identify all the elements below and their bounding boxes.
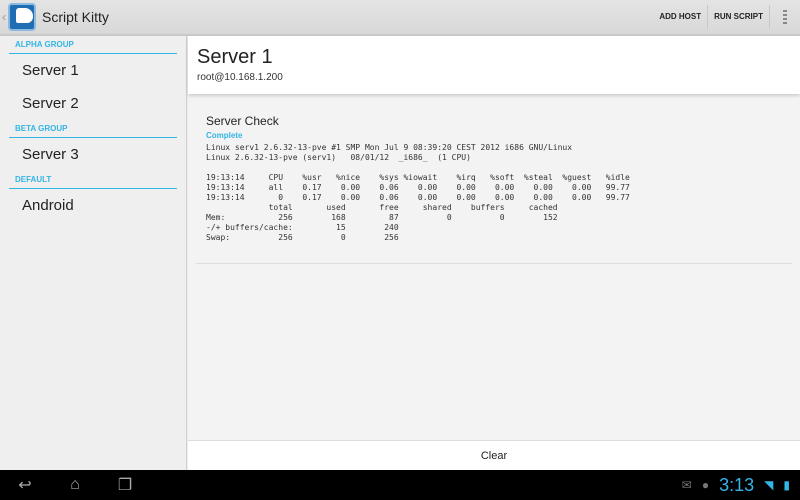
group-header: ALPHA GROUP [9,36,177,54]
server-address: root@10.168.1.200 [197,72,283,83]
server-detail: Server 1 root@10.168.1.200 Server Check … [188,36,800,440]
home-icon[interactable]: ⌂ [50,476,100,494]
add-host-button[interactable]: ADD HOST [653,5,709,29]
back-icon[interactable]: ↩ [0,475,50,495]
host-item-server-3[interactable]: Server 3 [0,138,186,171]
android-notification-icon[interactable]: ● [702,478,709,492]
app-logo-icon[interactable] [8,3,36,31]
app-title: Script Kitty [42,9,109,25]
script-result-card: Server Check Complete Linux serv1 2.6.32… [196,104,792,264]
host-item-android[interactable]: Android [0,189,186,222]
host-list: ALPHA GROUP Server 1 Server 2 BETA GROUP… [0,36,187,470]
overflow-menu-icon[interactable] [770,10,800,24]
group-header: BETA GROUP [9,120,177,138]
script-title: Server Check [206,114,279,128]
recent-apps-icon[interactable]: ❐ [100,475,150,495]
script-output: Linux serv1 2.6.32-13-pve #1 SMP Mon Jul… [206,143,630,242]
wifi-icon: ◥ [764,478,774,492]
system-nav-bar: ↩ ⌂ ❐ ✉ ● 3:13 ◥ ▮ [0,470,800,500]
clock: 3:13 [719,474,755,495]
gmail-notification-icon[interactable]: ✉ [682,478,692,492]
clear-button[interactable]: Clear [188,440,800,470]
group-header: DEFAULT [9,171,177,189]
server-title: Server 1 [197,46,273,68]
action-bar: ‹ Script Kitty ADD HOST RUN SCRIPT [0,0,800,36]
status-label: Complete [206,131,243,140]
host-item-server-2[interactable]: Server 2 [0,87,186,120]
run-script-button[interactable]: RUN SCRIPT [708,5,770,29]
host-item-server-1[interactable]: Server 1 [0,54,186,87]
battery-icon: ▮ [783,478,790,492]
